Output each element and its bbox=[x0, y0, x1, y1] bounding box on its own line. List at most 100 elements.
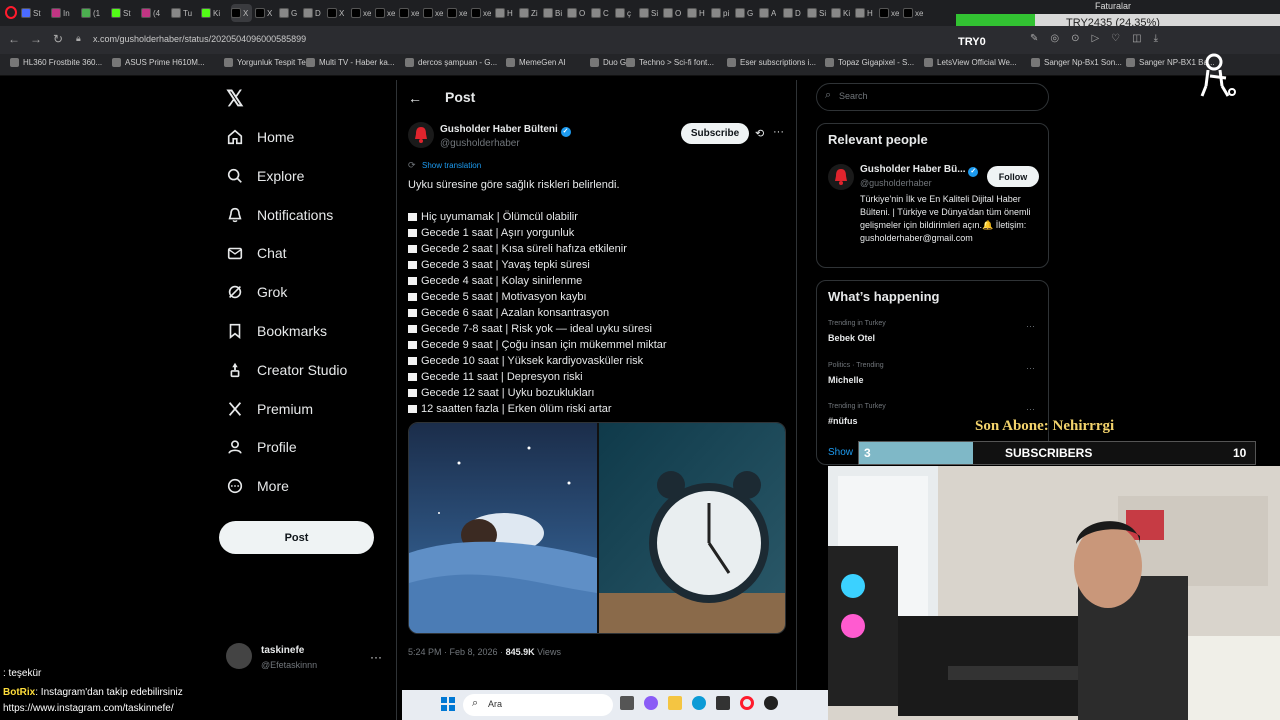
browser-tab[interactable]: pi bbox=[711, 4, 732, 22]
browser-tab[interactable]: (1 bbox=[81, 4, 102, 22]
relevant-person-avatar[interactable] bbox=[828, 164, 854, 190]
account-avatar[interactable] bbox=[226, 643, 252, 669]
back-icon[interactable]: ← bbox=[8, 32, 20, 46]
file-explorer-icon[interactable] bbox=[668, 696, 682, 710]
browser-tab[interactable]: xe bbox=[903, 4, 924, 22]
browser-tab[interactable]: xe bbox=[447, 4, 468, 22]
browser-tab[interactable]: (4 bbox=[141, 4, 162, 22]
browser-tab[interactable]: X bbox=[231, 4, 252, 22]
url-field[interactable]: x.com/gusholderhaber/status/202050409600… bbox=[93, 34, 306, 44]
author-avatar[interactable] bbox=[408, 122, 434, 148]
nav-item-grok[interactable]: Grok bbox=[226, 283, 287, 301]
forward-icon[interactable]: → bbox=[30, 32, 42, 46]
bookmark-item[interactable]: ASUS Prime H610M... bbox=[112, 58, 205, 67]
browser-tab[interactable]: St bbox=[21, 4, 42, 22]
nav-item-profile[interactable]: Profile bbox=[226, 438, 297, 456]
bookmark-item[interactable]: Duo Go bbox=[590, 58, 631, 67]
browser-tab[interactable]: H bbox=[495, 4, 516, 22]
chat-link[interactable]: https://www.instagram.com/taskinnefe/ bbox=[3, 703, 174, 714]
browser-tab[interactable]: D bbox=[783, 4, 804, 22]
bookmark-item[interactable]: LetsView Official We... bbox=[924, 58, 1017, 67]
browser-tab[interactable]: H bbox=[855, 4, 876, 22]
bookmark-item[interactable]: Sanger Np-Bx1 Son... bbox=[1031, 58, 1122, 67]
browser-tab[interactable]: ç bbox=[615, 4, 636, 22]
browser-tab[interactable]: Ki bbox=[831, 4, 852, 22]
browser-tab[interactable]: xe bbox=[423, 4, 444, 22]
post-button[interactable]: Post bbox=[219, 521, 374, 554]
relevant-person-handle[interactable]: @gusholderhaber bbox=[860, 178, 932, 188]
trend-name[interactable]: Bebek Otel bbox=[828, 333, 875, 343]
subscribe-button[interactable]: Subscribe bbox=[681, 123, 749, 144]
copilot-icon[interactable] bbox=[644, 696, 658, 710]
show-more-link[interactable]: Show bbox=[828, 447, 853, 458]
follow-button[interactable]: Follow bbox=[987, 166, 1039, 187]
bookmark-item[interactable]: Topaz Gigapixel - S... bbox=[825, 58, 914, 67]
post-image[interactable] bbox=[408, 422, 786, 634]
relevant-person-name[interactable]: Gusholder Haber Bü... bbox=[860, 164, 966, 175]
nav-item-explore[interactable]: Explore bbox=[226, 167, 304, 185]
trend-name[interactable]: #nüfus bbox=[828, 416, 858, 426]
browser-tab[interactable]: H bbox=[687, 4, 708, 22]
nav-item-notifications[interactable]: Notifications bbox=[226, 206, 333, 224]
author-handle[interactable]: @gusholderhaber bbox=[440, 138, 520, 149]
opera-logo-icon[interactable] bbox=[5, 6, 17, 19]
store-icon[interactable] bbox=[716, 696, 730, 710]
bookmark-item[interactable]: Eser subscriptions i... bbox=[727, 58, 816, 67]
trend-more-icon[interactable]: ··· bbox=[1026, 404, 1035, 414]
bookmark-item[interactable]: Multi TV - Haber ka... bbox=[306, 58, 394, 67]
browser-tab[interactable]: G bbox=[279, 4, 300, 22]
browser-tab[interactable]: Bi bbox=[543, 4, 564, 22]
app-icon[interactable] bbox=[764, 696, 778, 710]
lock-icon[interactable]: 🔒︎ bbox=[76, 33, 81, 44]
edge-icon[interactable] bbox=[692, 696, 706, 710]
browser-tab[interactable]: C bbox=[591, 4, 612, 22]
account-name[interactable]: taskinefe bbox=[261, 645, 304, 656]
browser-tab[interactable]: Ki bbox=[201, 4, 222, 22]
grok-post-icon[interactable]: ⟲ bbox=[755, 127, 764, 140]
bookmark-item[interactable]: MemeGen AI bbox=[506, 58, 566, 67]
browser-tab[interactable]: In bbox=[51, 4, 72, 22]
relevant-person-name-row[interactable]: Gusholder Haber Bü... ✓ bbox=[860, 164, 979, 177]
show-translation-link[interactable]: Show translation bbox=[422, 161, 481, 170]
back-arrow-icon[interactable]: ← bbox=[408, 90, 422, 106]
task-view-icon[interactable] bbox=[620, 696, 634, 710]
post-timestamp[interactable]: 5:24 PM · Feb 8, 2026 · bbox=[408, 647, 506, 657]
browser-tab[interactable]: X bbox=[255, 4, 276, 22]
nav-item-more[interactable]: More bbox=[226, 477, 289, 495]
browser-tab[interactable]: St bbox=[111, 4, 132, 22]
nav-item-home[interactable]: Home bbox=[226, 128, 294, 146]
nav-item-premium[interactable]: Premium bbox=[226, 400, 313, 418]
browser-tab[interactable]: xe bbox=[399, 4, 420, 22]
nav-item-bookmarks[interactable]: Bookmarks bbox=[226, 322, 327, 340]
browser-tab[interactable]: O bbox=[663, 4, 684, 22]
author-name[interactable]: Gusholder Haber Bülteni bbox=[440, 124, 558, 135]
bookmark-item[interactable]: dercos şampuan - G... bbox=[405, 58, 497, 67]
opera-icon[interactable] bbox=[740, 696, 754, 710]
browser-tab[interactable]: Tu bbox=[171, 4, 192, 22]
browser-tab[interactable]: O bbox=[567, 4, 588, 22]
browser-tab[interactable]: Zi bbox=[519, 4, 540, 22]
trend-more-icon[interactable]: ··· bbox=[1026, 321, 1035, 331]
bookmark-item[interactable]: HL360 Frostbite 360... bbox=[10, 58, 102, 67]
trend-more-icon[interactable]: ··· bbox=[1026, 363, 1035, 373]
bookmark-item[interactable]: Yorgunluk Tespit Test bbox=[224, 58, 312, 67]
bookmark-item[interactable]: Techno > Sci-fi font... bbox=[626, 58, 714, 67]
trend-name[interactable]: Michelle bbox=[828, 375, 864, 385]
browser-tab[interactable]: xe bbox=[351, 4, 372, 22]
browser-tab[interactable]: xe bbox=[879, 4, 900, 22]
nav-item-creator-studio[interactable]: Creator Studio bbox=[226, 361, 347, 379]
browser-tab[interactable]: A bbox=[759, 4, 780, 22]
account-menu-icon[interactable]: ··· bbox=[370, 650, 382, 664]
windows-start-icon[interactable] bbox=[441, 697, 455, 711]
post-more-icon[interactable]: ··· bbox=[773, 126, 784, 138]
browser-tab[interactable]: X bbox=[327, 4, 348, 22]
browser-tab[interactable]: G bbox=[735, 4, 756, 22]
nav-item-chat[interactable]: Chat bbox=[226, 244, 287, 262]
browser-tab[interactable]: Si bbox=[639, 4, 660, 22]
browser-tab[interactable]: Si bbox=[807, 4, 828, 22]
browser-tab[interactable]: xe bbox=[375, 4, 396, 22]
x-logo-icon[interactable]: 𝕏 bbox=[226, 86, 244, 112]
reload-icon[interactable]: ↻ bbox=[53, 32, 63, 46]
taskbar-search[interactable] bbox=[463, 694, 613, 716]
author-name-row[interactable]: Gusholder Haber Bülteni ✓ bbox=[440, 124, 571, 137]
